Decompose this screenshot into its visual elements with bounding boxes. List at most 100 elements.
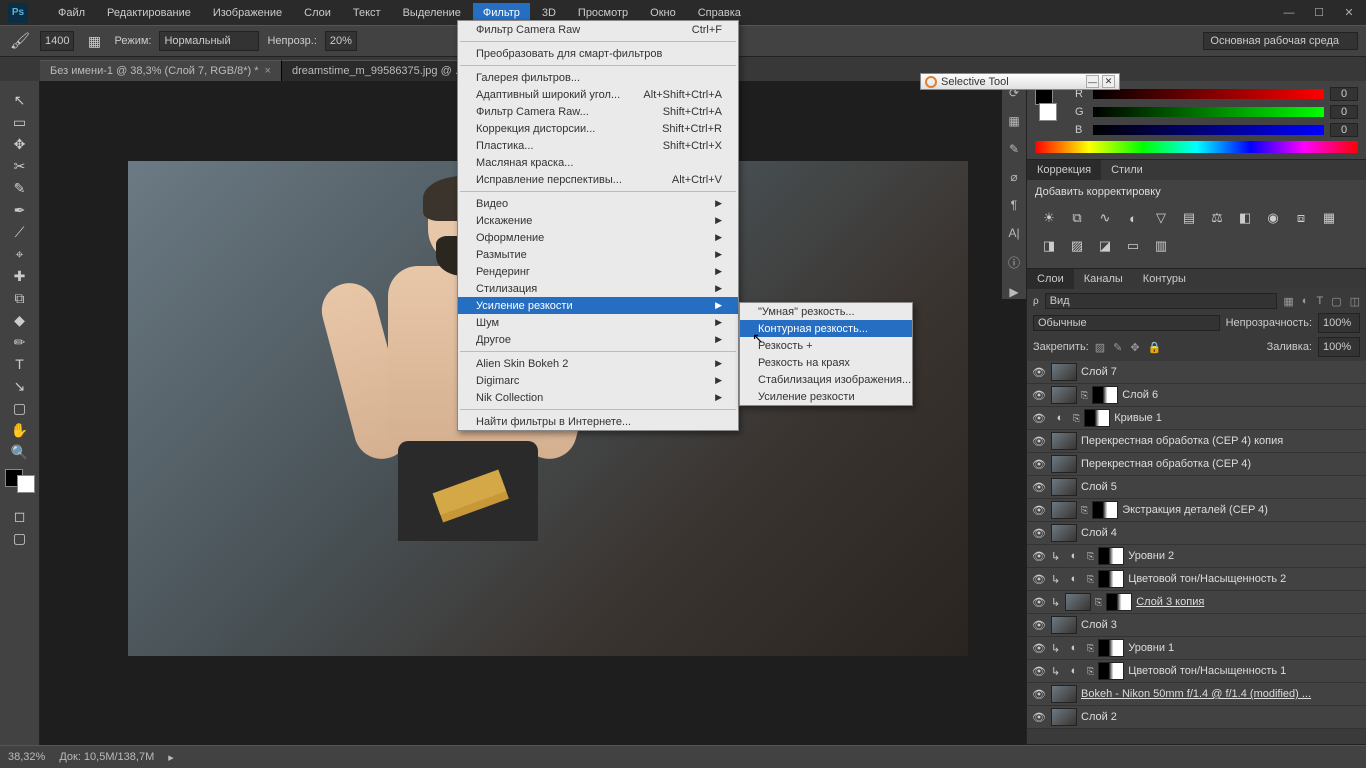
posterize-icon[interactable]: ▨ [1067,236,1087,256]
menu-Слои[interactable]: Слои [294,3,341,23]
zoom-level[interactable]: 38,32% [8,751,45,763]
tab-adjustments[interactable]: Коррекция [1027,160,1101,180]
g-slider[interactable] [1093,107,1324,117]
vibrance-icon[interactable]: ▽ [1151,208,1171,228]
hand-tool[interactable]: ✋ [8,419,32,441]
menu-item[interactable]: Коррекция дисторсии...Shift+Ctrl+R [458,120,738,137]
b-slider[interactable] [1093,125,1324,135]
layer-name[interactable]: Кривые 1 [1114,412,1162,424]
layer-row[interactable]: 👁↳◐⎘Цветовой тон/Насыщенность 1 [1027,660,1366,683]
filter-pixel-icon[interactable]: ▦ [1283,295,1293,308]
layer-name[interactable]: Слой 6 [1122,389,1158,401]
menu-item[interactable]: Найти фильтры в Интернете... [458,413,738,430]
layer-row[interactable]: 👁Слой 7 [1027,361,1366,384]
menu-item[interactable]: Усиление резкости▶ [458,297,738,314]
workspace-select[interactable]: Основная рабочая среда [1203,32,1358,50]
layer-row[interactable]: 👁↳◐⎘Уровни 2 [1027,545,1366,568]
selective-close-icon[interactable]: ✕ [1102,75,1115,88]
menu-Текст[interactable]: Текст [343,3,391,23]
curves-icon[interactable]: ∿ [1095,208,1115,228]
marquee-tool[interactable]: ▭ [8,111,32,133]
layer-row[interactable]: 👁 Слой 2 [1027,706,1366,729]
menu-item[interactable]: Размытие▶ [458,246,738,263]
move-tool[interactable]: ↖ [8,89,32,111]
submenu-item[interactable]: Резкость + [740,337,912,354]
gradient-tool[interactable]: ◆ [8,309,32,331]
link-icon[interactable]: ⎘ [1087,666,1094,677]
visibility-icon[interactable]: 👁 [1031,504,1047,517]
tab-channels[interactable]: Каналы [1074,269,1133,289]
shape-tool[interactable]: ▢ [8,397,32,419]
visibility-icon[interactable]: 👁 [1031,642,1047,655]
eyedropper-tool[interactable]: ✎ [8,177,32,199]
layer-name[interactable]: Слой 3 [1081,619,1117,631]
layer-name[interactable]: Уровни 1 [1128,642,1174,654]
stamp-tool[interactable]: ⌖ [8,243,32,265]
bw-icon[interactable]: ◧ [1235,208,1255,228]
visibility-icon[interactable]: 👁 [1031,458,1047,471]
layer-row[interactable]: 👁↳◐⎘Цветовой тон/Насыщенность 2 [1027,568,1366,591]
submenu-item[interactable]: Усиление резкости [740,388,912,405]
layer-row[interactable]: 👁Bokeh - Nikon 50mm f/1.4 @ f/1.4 (modif… [1027,683,1366,706]
lock-all-icon[interactable]: 🔒 [1148,341,1162,354]
hue-bar[interactable] [1035,141,1358,153]
opacity-field[interactable]: 20% [325,31,357,51]
tab-styles[interactable]: Стили [1101,160,1153,180]
selective-tool-window[interactable]: Selective Tool — ✕ [920,73,1120,90]
brush-icon[interactable]: ✎ [1009,142,1019,156]
menu-item[interactable]: Рендеринг▶ [458,263,738,280]
visibility-icon[interactable]: 👁 [1031,481,1047,494]
menu-item[interactable]: Другое▶ [458,331,738,348]
link-icon[interactable]: ⎘ [1087,574,1094,585]
menu-item[interactable]: Шум▶ [458,314,738,331]
visibility-icon[interactable]: 👁 [1031,665,1047,678]
menu-item[interactable]: Пластика...Shift+Ctrl+X [458,137,738,154]
r-slider[interactable] [1093,89,1324,99]
background-swatch[interactable] [1039,103,1057,121]
levels-icon[interactable]: ⧉ [1067,208,1087,228]
bg-swatch[interactable] [17,475,35,493]
layer-name[interactable]: Цветовой тон/Насыщенность 2 [1128,573,1286,585]
layer-name[interactable]: Слой 3 копия [1136,596,1204,608]
eraser-tool[interactable]: ⧉ [8,287,32,309]
layer-name[interactable]: Перекрестная обработка (CEP 4) копия [1081,435,1283,447]
visibility-icon[interactable]: 👁 [1031,688,1047,701]
submenu-item[interactable]: "Умная" резкость... [740,303,912,320]
blend-mode-select[interactable]: Нормальный [159,31,259,51]
clone-icon[interactable]: ⌀ [1010,170,1017,184]
menu-item[interactable]: Галерея фильтров... [458,69,738,86]
visibility-icon[interactable]: 👁 [1031,596,1047,609]
layer-name[interactable]: Слой 2 [1081,711,1117,723]
layer-name[interactable]: Экстракция деталей (CEP 4) [1122,504,1268,516]
g-value[interactable]: 0 [1330,105,1358,119]
selective-min-icon[interactable]: — [1086,75,1099,88]
link-icon[interactable]: ⎘ [1087,551,1094,562]
swatches-icon[interactable]: ▦ [1008,114,1019,128]
brush-size-field[interactable]: 1400 [40,31,74,51]
zoom-tool[interactable]: 🔍 [8,441,32,463]
filter-text-icon[interactable]: T [1316,295,1323,308]
selective-icon[interactable]: ▥ [1151,236,1171,256]
submenu-item[interactable]: Контурная резкость... [740,320,912,337]
layer-opacity-field[interactable]: 100% [1318,313,1360,333]
type-tool[interactable]: T [8,353,32,375]
menu-item[interactable]: Nik Collection▶ [458,389,738,406]
visibility-icon[interactable]: 👁 [1031,550,1047,563]
visibility-icon[interactable]: 👁 [1031,619,1047,632]
menu-item[interactable]: Alien Skin Bokeh 2▶ [458,355,738,372]
lock-pos-icon[interactable]: ✥ [1130,341,1139,354]
menu-item[interactable]: Искажение▶ [458,212,738,229]
document-tab[interactable]: Без имени-1 @ 38,3% (Слой 7, RGB/8*) *× [40,60,282,81]
layer-name[interactable]: Уровни 2 [1128,550,1174,562]
close-icon[interactable]: ✕ [1340,6,1358,20]
visibility-icon[interactable]: 👁 [1031,711,1047,724]
healing-tool[interactable]: ✒ [8,199,32,221]
menu-item[interactable]: Digimarc▶ [458,372,738,389]
submenu-item[interactable]: Стабилизация изображения... [740,371,912,388]
brush-tool[interactable]: ⟋ [8,221,32,243]
layer-name[interactable]: Слой 5 [1081,481,1117,493]
blend-mode-select[interactable]: Обычные [1033,315,1220,331]
filter-smart-icon[interactable]: ◫ [1350,295,1360,308]
path-tool[interactable]: ↘ [8,375,32,397]
lasso-tool[interactable]: ✥ [8,133,32,155]
